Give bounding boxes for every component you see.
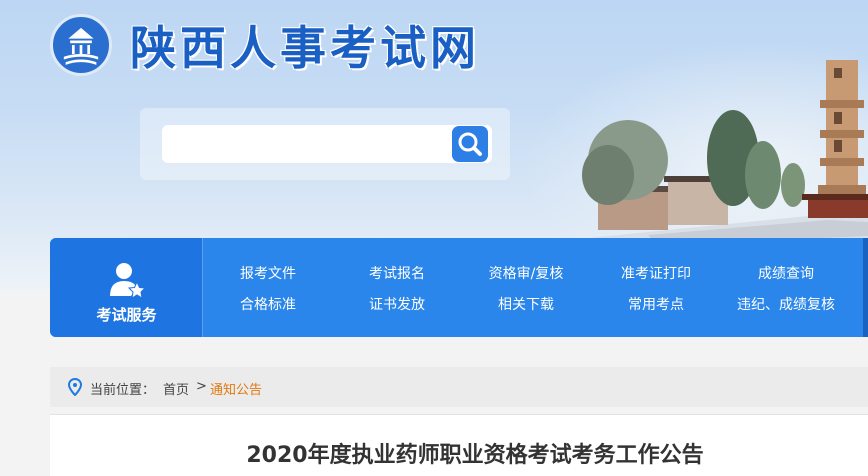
article-content: 2020年度执业药师职业资格考试考务工作公告 — [50, 414, 868, 476]
nav-link-downloads[interactable]: 相关下载 — [461, 294, 591, 314]
nav-link-violation-review[interactable]: 违纪、成绩复核 — [721, 294, 851, 314]
nav-link-admission-ticket[interactable]: 准考证打印 — [591, 263, 721, 283]
breadcrumb-prefix: 当前位置： — [90, 383, 156, 398]
nav-link-registration[interactable]: 考试报名 — [332, 263, 462, 283]
nav-link-certificate[interactable]: 证书发放 — [332, 294, 462, 314]
exam-service-block: 考试服务 — [50, 238, 203, 337]
nav-link-exam-sites[interactable]: 常用考点 — [591, 294, 721, 314]
user-star-icon — [110, 263, 147, 299]
exam-service-label: 考试服务 — [96, 306, 157, 324]
breadcrumb-current[interactable]: 通知公告 — [210, 379, 262, 398]
exam-service-nav: 考试服务 报考文件 考试报名 资格审/复核 准考证打印 成绩查询 合格标准 证书… — [50, 238, 868, 337]
search-icon — [458, 132, 482, 156]
nav-edge — [863, 238, 868, 337]
breadcrumb-separator: > — [196, 379, 207, 394]
search-button[interactable] — [452, 126, 488, 162]
landmark-pagoda-scene — [568, 60, 868, 250]
site-title: 陕西人事考试网 — [130, 21, 480, 75]
breadcrumb-home-link[interactable]: 首页 — [163, 379, 189, 398]
nav-link-exam-documents[interactable]: 报考文件 — [203, 263, 333, 283]
nav-link-score-query[interactable]: 成绩查询 — [721, 263, 851, 283]
location-pin-icon — [68, 378, 82, 396]
nav-link-qualification-review[interactable]: 资格审/复核 — [461, 263, 591, 283]
breadcrumb: 当前位置： 首页 > 通知公告 — [50, 367, 868, 407]
search-input[interactable] — [162, 125, 492, 163]
nav-link-pass-standard[interactable]: 合格标准 — [203, 294, 333, 314]
pagoda-emblem-icon — [50, 14, 112, 76]
search-bar — [140, 108, 510, 180]
article-title: 2020年度执业药师职业资格考试考务工作公告 — [246, 443, 704, 468]
nav-links: 报考文件 考试报名 资格审/复核 准考证打印 成绩查询 合格标准 证书发放 相关… — [203, 238, 863, 337]
